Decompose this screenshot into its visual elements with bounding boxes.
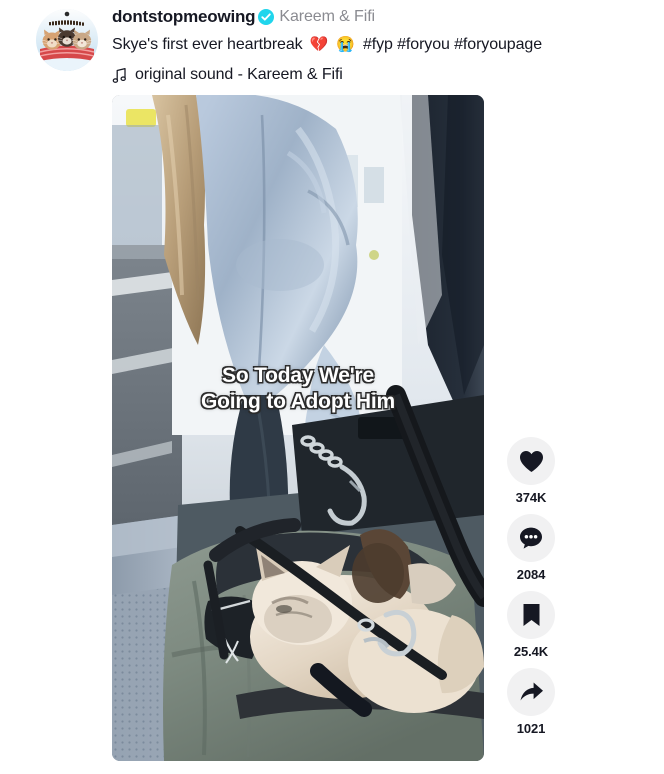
save-button[interactable] bbox=[507, 591, 555, 639]
save-action[interactable]: 25.4K bbox=[503, 591, 559, 659]
comment-icon bbox=[519, 526, 543, 550]
author-line: dontstopmeowing Kareem & Fifi bbox=[112, 5, 660, 29]
post-caption: Skye's first ever heartbreak 💔 😭 #fyp #fory… bbox=[112, 34, 660, 56]
author-username[interactable]: dontstopmeowing bbox=[112, 7, 256, 27]
author-nickname[interactable]: Kareem & Fifi bbox=[279, 8, 375, 26]
tiktok-post: dontstopmeowing Kareem & Fifi Skye's fir… bbox=[0, 0, 664, 774]
comment-button[interactable] bbox=[507, 514, 555, 562]
music-row[interactable]: original sound - Kareem & Fifi bbox=[112, 64, 660, 86]
music-label: original sound - Kareem & Fifi bbox=[135, 66, 343, 83]
comment-count: 2084 bbox=[516, 567, 546, 582]
caption-hashtags[interactable]: #fyp #foryou #foryoupage bbox=[363, 36, 542, 53]
like-count: 374K bbox=[515, 490, 547, 505]
share-icon bbox=[519, 681, 544, 703]
action-rail: 374K 2084 25.4K 1021 bbox=[503, 437, 559, 736]
save-count: 25.4K bbox=[513, 644, 549, 659]
caption-text: Skye's first ever heartbreak bbox=[112, 36, 303, 53]
heart-icon bbox=[519, 450, 544, 473]
post-meta: dontstopmeowing Kareem & Fifi Skye's fir… bbox=[112, 5, 660, 86]
avatar[interactable] bbox=[36, 9, 98, 71]
share-action[interactable]: 1021 bbox=[503, 668, 559, 736]
crying-face-emoji: 😭 bbox=[336, 36, 356, 53]
broken-heart-emoji: 💔 bbox=[309, 36, 330, 53]
post-header: dontstopmeowing Kareem & Fifi Skye's fir… bbox=[0, 0, 664, 83]
share-count: 1021 bbox=[516, 721, 546, 736]
like-action[interactable]: 374K bbox=[503, 437, 559, 505]
verified-check-icon bbox=[258, 9, 275, 25]
share-button[interactable] bbox=[507, 668, 555, 716]
music-note-icon bbox=[112, 67, 128, 84]
comment-action[interactable]: 2084 bbox=[503, 514, 559, 582]
bookmark-icon bbox=[522, 603, 541, 627]
like-button[interactable] bbox=[507, 437, 555, 485]
video-player[interactable]: So Today We're Going to Adopt Him bbox=[112, 95, 484, 761]
